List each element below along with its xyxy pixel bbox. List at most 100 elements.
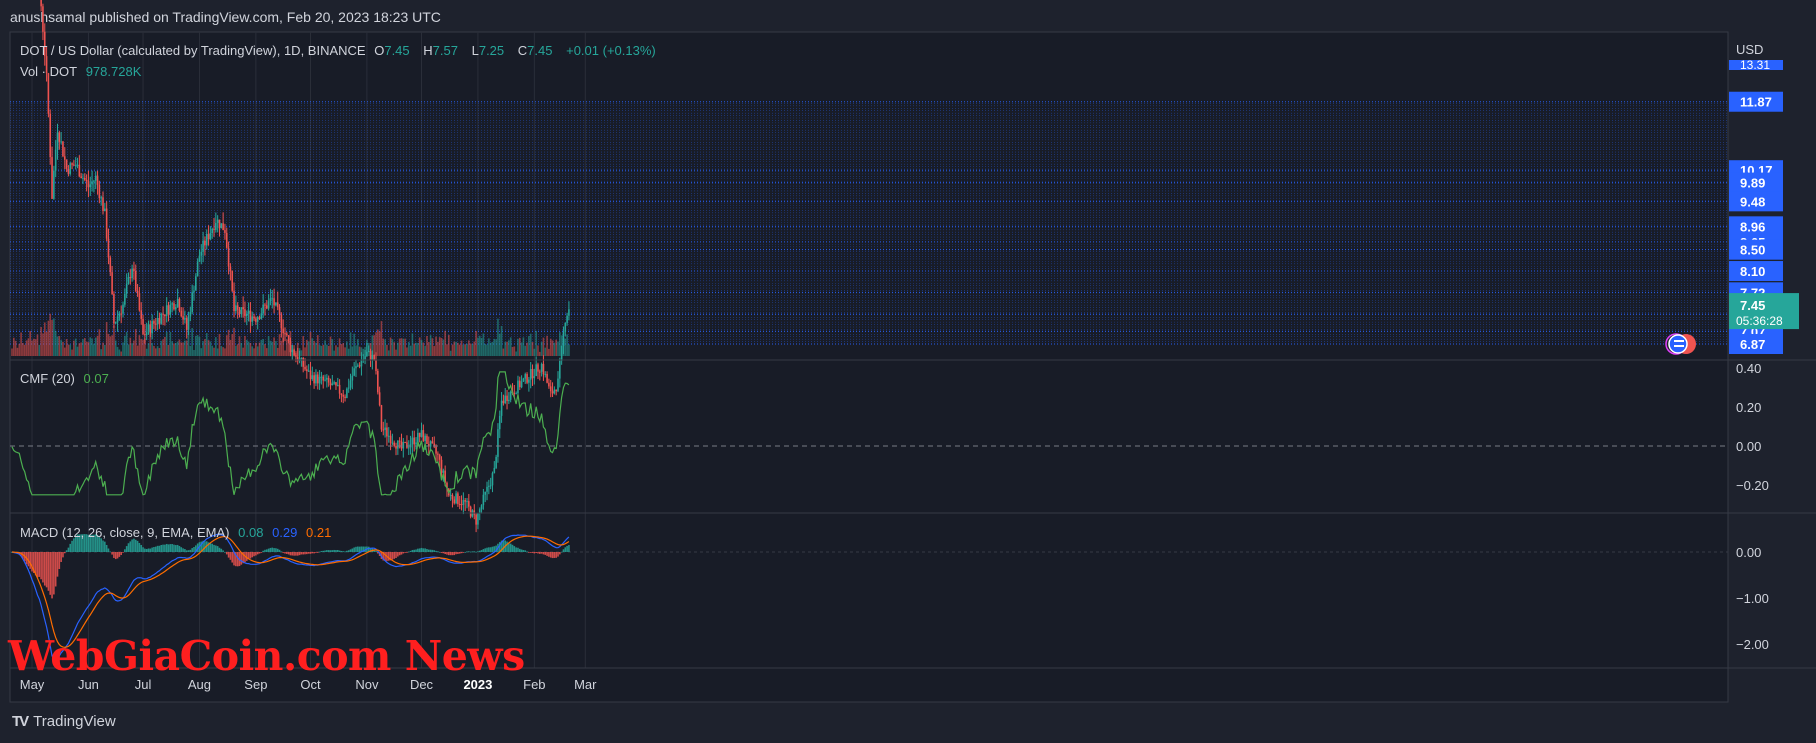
macd-hist-bar (182, 548, 184, 552)
macd-hist-bar (136, 540, 139, 552)
macd-hist-bar (289, 552, 292, 556)
candle-body (458, 503, 461, 505)
candle-body (114, 321, 117, 324)
candle-body (100, 197, 102, 199)
candle-body (56, 132, 59, 150)
candle-body (528, 379, 530, 383)
macd-hist-bar (537, 552, 539, 554)
macd-hist-bar (358, 546, 361, 552)
volume-bar (553, 342, 556, 356)
candle-body (249, 310, 252, 322)
volume-value: 978.728K (85, 64, 142, 79)
macd-hist-bar (407, 551, 410, 553)
volume-bar (11, 348, 13, 356)
volume-bar (511, 346, 514, 356)
volume-bar (559, 332, 561, 356)
macd-hist-bar (420, 547, 423, 552)
volume-bar (113, 325, 115, 356)
footer[interactable]: TV TradingView (12, 713, 116, 730)
volume-bar (215, 337, 217, 356)
volume-bar (80, 342, 82, 356)
candle-body (187, 316, 190, 330)
candle-body (204, 240, 206, 246)
macd-hist-bar (353, 547, 355, 552)
candle-body (65, 159, 68, 169)
candle-body (116, 316, 119, 322)
flag-icon[interactable] (1665, 333, 1696, 355)
macd-hist-bar (138, 542, 141, 552)
candle-body (415, 442, 417, 445)
volume-bar (87, 342, 90, 356)
volume-bar (154, 348, 157, 356)
price-label: 8.50 (1740, 243, 1765, 258)
candle-body (346, 388, 348, 399)
candle-body (366, 351, 368, 357)
volume-bar (245, 339, 248, 356)
low-label: L (471, 43, 479, 58)
macd-hist-bar (415, 549, 417, 552)
price-label: 8.10 (1740, 264, 1765, 279)
volume-bar (353, 333, 355, 356)
volume-bar (65, 339, 68, 356)
volume-bar (209, 341, 212, 356)
candle-body (54, 149, 57, 171)
candle-body (515, 393, 517, 395)
volume-bar (400, 338, 403, 356)
volume-bar (409, 345, 412, 356)
macd-hist-bar (264, 549, 266, 552)
macd-hist-bar (171, 544, 173, 552)
candle-body (282, 328, 284, 334)
volume-bar (286, 339, 288, 356)
candle-body (209, 233, 212, 240)
candle-body (500, 400, 503, 416)
volume-bar (322, 344, 325, 356)
macd-hist-bar (131, 539, 133, 552)
macd-hist-bar (300, 552, 303, 555)
volume-bar (196, 335, 199, 356)
volume-bar (438, 337, 441, 356)
candle-body (313, 375, 315, 384)
macd-hist-bar (184, 549, 186, 552)
macd-hist-bar (517, 547, 519, 552)
price-legend: DOT / US Dollar (calculated by TradingVi… (20, 43, 661, 58)
candle-body (542, 363, 545, 375)
macd-hist-bar (566, 545, 568, 552)
macd-hist-bar (460, 552, 463, 554)
macd-hist-bar (175, 545, 177, 552)
macd-hist-bar (462, 552, 465, 553)
macd-hist-bar (535, 552, 537, 554)
volume-bar (418, 337, 421, 356)
macd-hist-bar (442, 552, 445, 554)
macd-hist-bar (309, 552, 312, 554)
macd-hist-bar (211, 543, 213, 552)
candle-body (347, 387, 350, 389)
candle-body (153, 321, 155, 324)
macd-hist-bar (311, 552, 314, 554)
volume-bar (107, 333, 110, 356)
macd-hist-bar (560, 551, 563, 553)
macd-hist-bar (484, 548, 486, 552)
price-label: 9.89 (1740, 176, 1765, 191)
volume-bar (489, 342, 492, 356)
candle-body (264, 304, 266, 306)
macd-tick-label: −2.00 (1736, 637, 1769, 652)
volume-bar (276, 347, 279, 356)
candle-body (495, 456, 497, 468)
candle-body (104, 208, 106, 211)
macd-hist-bar (413, 549, 416, 552)
macd-hist-bar (422, 548, 425, 552)
candle-body (386, 427, 388, 437)
macd-hist-bar (464, 551, 466, 553)
candle-body (178, 298, 181, 311)
volume-bar (522, 337, 525, 356)
volume-bar (25, 340, 28, 356)
candle-body (253, 316, 255, 319)
candle-body (278, 307, 281, 315)
candle-body (276, 302, 279, 308)
macd-hist-bar (293, 552, 295, 556)
candle-body (49, 113, 52, 158)
macd-hist-bar (524, 550, 527, 552)
candle-body (63, 156, 66, 160)
volume-bar (45, 331, 48, 356)
volume-bar (74, 338, 77, 356)
